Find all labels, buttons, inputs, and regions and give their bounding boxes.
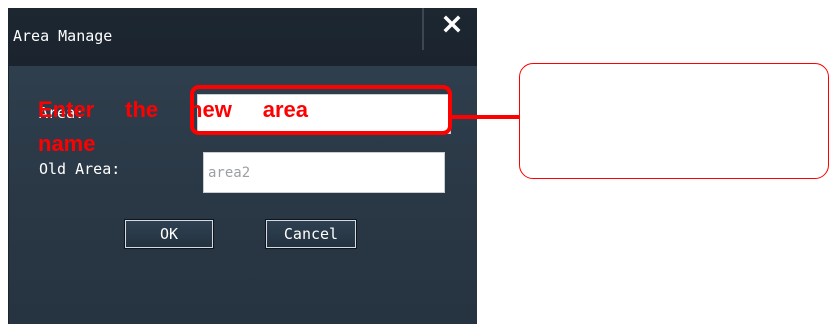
dialog-titlebar[interactable]: Area Manage (9, 8, 477, 66)
cancel-button[interactable]: Cancel (265, 219, 357, 249)
annotation-text: Enter the new area name (38, 97, 308, 156)
callout-connector-line (452, 115, 519, 119)
annotation-callout (519, 63, 829, 179)
ok-button[interactable]: OK (124, 219, 214, 249)
close-icon (443, 15, 461, 33)
titlebar-divider (422, 8, 424, 50)
dialog-title: Area Manage (13, 27, 113, 45)
old-area-label: Old Area: (39, 160, 121, 178)
close-button[interactable] (435, 10, 471, 42)
area-manage-dialog: Area Manage Area: Old Area: OK Cancel (8, 8, 477, 324)
